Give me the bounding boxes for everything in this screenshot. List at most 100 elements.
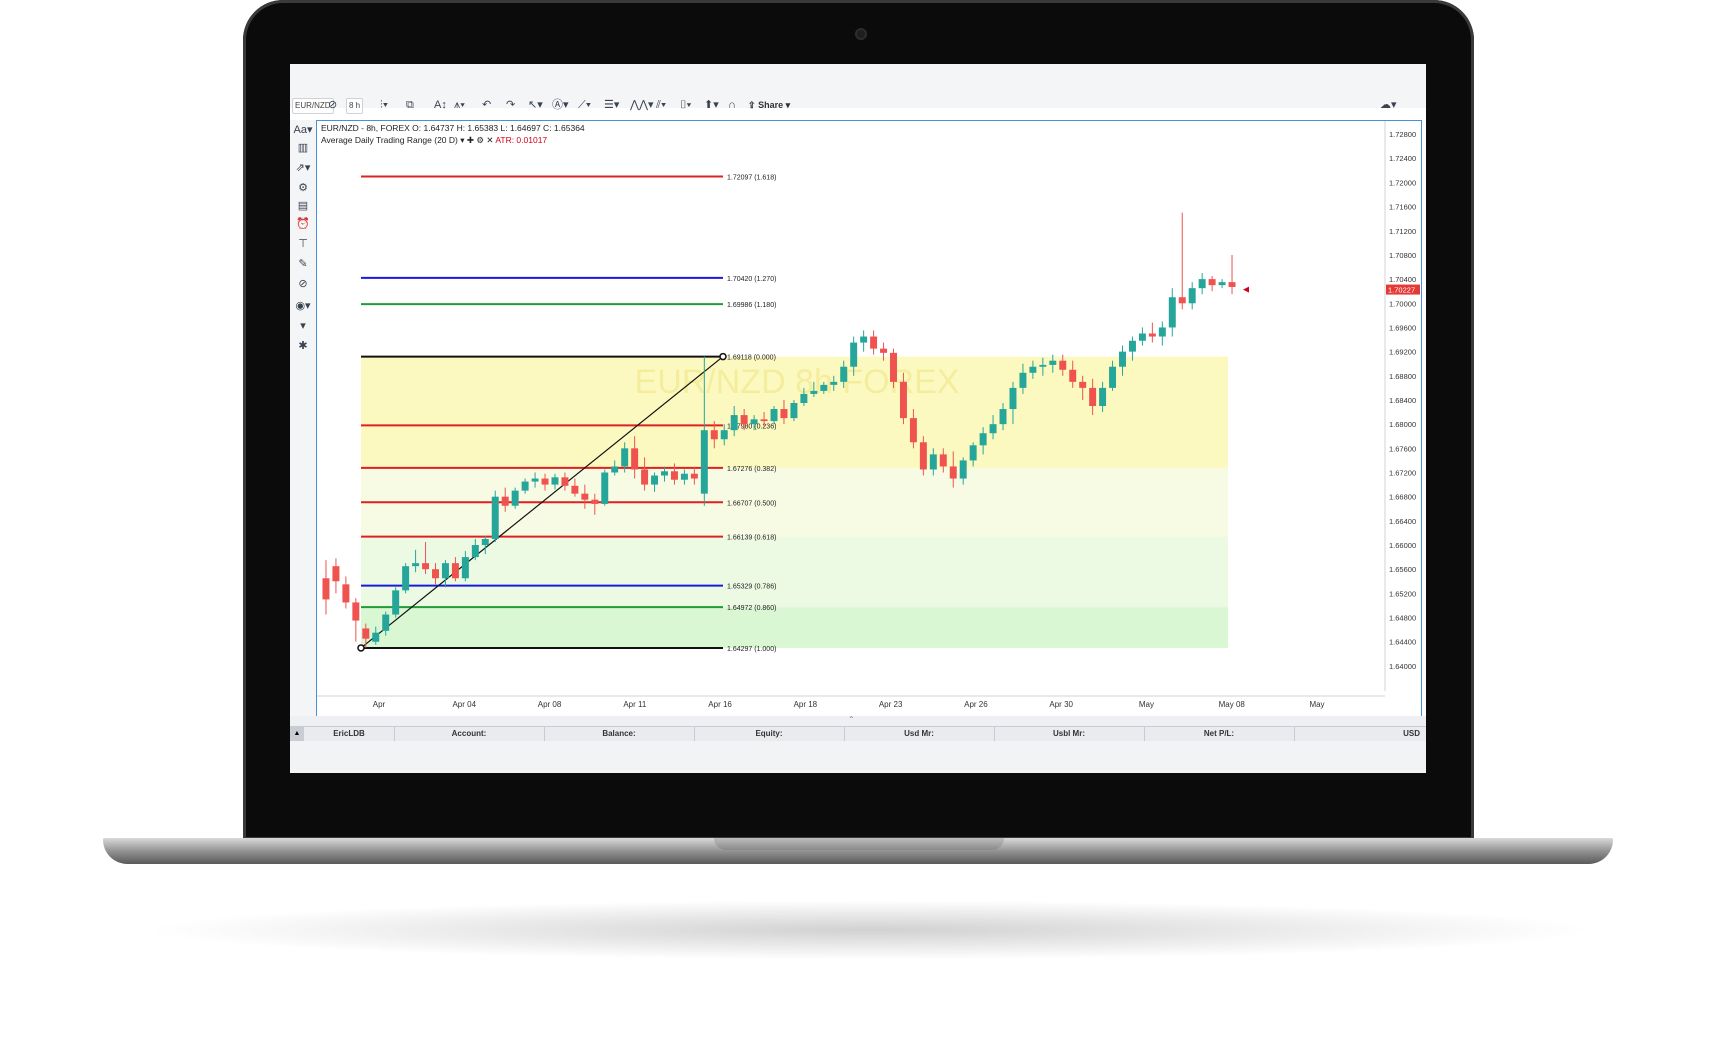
arrow-up-icon[interactable]: ⬆▾ bbox=[704, 98, 719, 112]
undo-icon[interactable]: ↶ bbox=[482, 98, 491, 112]
price-chart[interactable]: EUR/NZD 8h FOREX 1.72097 (1.618) 1.70420 (… bbox=[317, 121, 1421, 717]
balance-label: Balance: bbox=[544, 727, 695, 741]
cursor-icon[interactable]: ↖▾ bbox=[528, 98, 543, 112]
trash-icon[interactable]: ▾ bbox=[293, 318, 313, 334]
candle-body-33 bbox=[651, 475, 659, 485]
net-pl-label: Net P/L: bbox=[1144, 727, 1295, 741]
candle-body-85 bbox=[1168, 297, 1176, 328]
candle-body-48 bbox=[800, 393, 808, 403]
candle-body-21 bbox=[531, 478, 539, 482]
laptop-hinge-notch bbox=[714, 838, 1004, 850]
abc-annotation-icon[interactable]: Ⓐ▾ bbox=[552, 98, 569, 112]
price-tick-4: 1.71200 bbox=[1389, 227, 1416, 236]
eye-off-icon[interactable]: ⊘ bbox=[293, 276, 313, 292]
camera-icon[interactable]: ◉▾ bbox=[293, 298, 313, 314]
webcam-icon bbox=[855, 28, 867, 40]
usable-margin-label: Usbl Mr: bbox=[994, 727, 1145, 741]
fib-label-2: 1.69986 (1.180) bbox=[727, 302, 776, 309]
candle-body-17 bbox=[491, 496, 499, 539]
time-tick-2: Apr 08 bbox=[538, 700, 562, 709]
bug-icon[interactable]: ✱ bbox=[293, 338, 313, 354]
candle-body-62 bbox=[939, 454, 947, 467]
fibonacci-icon[interactable]: ⫽▾ bbox=[656, 98, 666, 112]
share-tool-icon[interactable]: ⇗▾ bbox=[293, 160, 313, 176]
candle-body-46 bbox=[780, 409, 788, 419]
horizontal-lines-icon[interactable]: ☰▾ bbox=[604, 98, 619, 112]
candle-body-71 bbox=[1029, 366, 1037, 373]
fib-label-5: 1.67276 (0.382) bbox=[727, 466, 776, 473]
candle-body-30 bbox=[621, 448, 629, 467]
candle-body-54 bbox=[860, 336, 868, 343]
compare-icon[interactable]: ⧉ bbox=[406, 98, 414, 112]
candle-body-90 bbox=[1218, 282, 1226, 286]
drawing-tools-rail: Aa▾ ▥ ⇗▾ ⚙ ▤ ⏰ ⊤ ✎ ⊘ ◉▾ ▾ ✱ bbox=[290, 120, 316, 720]
ruler-icon[interactable]: ⊤ bbox=[293, 236, 313, 252]
candle-body-38 bbox=[700, 430, 708, 494]
candle-body-91 bbox=[1228, 282, 1236, 287]
candle-body-78 bbox=[1099, 387, 1107, 407]
text-tool-icon[interactable]: Aa▾ bbox=[293, 122, 313, 138]
candle-body-42 bbox=[740, 415, 748, 425]
pencil-lock-icon[interactable]: ✎ bbox=[293, 256, 313, 272]
price-tick-21: 1.64400 bbox=[1389, 638, 1416, 647]
link-icon[interactable]: ⊘ bbox=[328, 98, 337, 112]
share-button[interactable]: ⇪ Share ▾ bbox=[748, 98, 790, 112]
candle-body-40 bbox=[720, 430, 728, 440]
candle-body-45 bbox=[770, 409, 778, 422]
note-icon[interactable]: ▤ bbox=[293, 198, 313, 214]
time-tick-4: Apr 16 bbox=[708, 700, 732, 709]
candle-body-32 bbox=[641, 469, 649, 485]
price-tick-8: 1.69600 bbox=[1389, 323, 1416, 332]
indicators-icon[interactable]: ⩚▾ bbox=[454, 98, 465, 112]
trendline-icon[interactable]: ⟋▾ bbox=[578, 98, 591, 112]
candle-body-18 bbox=[501, 496, 509, 506]
candle-body-60 bbox=[919, 442, 927, 470]
interval-select[interactable]: 8 h bbox=[346, 98, 364, 114]
indicator-controls-icon[interactable]: ▾ ✚ ⚙ ✕ bbox=[460, 135, 495, 145]
price-tick-11: 1.68400 bbox=[1389, 396, 1416, 405]
time-tick-9: May bbox=[1139, 700, 1154, 709]
candle-body-4 bbox=[362, 628, 370, 639]
time-tick-11: May bbox=[1309, 700, 1324, 709]
fib-label-9: 1.64972 (0.860) bbox=[727, 605, 776, 612]
candle-body-61 bbox=[929, 454, 937, 470]
redo-icon[interactable]: ↷ bbox=[506, 98, 515, 112]
current-price-label: 1.70227 bbox=[1388, 286, 1415, 295]
candle-body-52 bbox=[840, 366, 848, 382]
candle-body-9 bbox=[412, 563, 420, 567]
account-user[interactable]: EricLDB bbox=[304, 727, 395, 741]
price-tick-14: 1.67200 bbox=[1389, 469, 1416, 478]
text-size-icon[interactable]: A↕ bbox=[434, 98, 447, 112]
pattern-icon[interactable]: ⋀⋀▾ bbox=[630, 98, 654, 112]
candle-body-29 bbox=[611, 466, 619, 473]
candle-body-23 bbox=[551, 477, 559, 485]
candle-body-37 bbox=[690, 473, 698, 479]
candle-body-5 bbox=[372, 632, 380, 642]
candle-body-1 bbox=[332, 566, 340, 582]
account-label: Account: bbox=[394, 727, 545, 741]
used-margin-label: Usd Mr: bbox=[844, 727, 995, 741]
candle-body-12 bbox=[441, 563, 449, 579]
candle-body-86 bbox=[1178, 297, 1186, 304]
price-tick-3: 1.71600 bbox=[1389, 203, 1416, 212]
price-tick-5: 1.70800 bbox=[1389, 251, 1416, 260]
price-tick-10: 1.68800 bbox=[1389, 372, 1416, 381]
panel-resize-handle[interactable]: ⌃ bbox=[290, 715, 1426, 726]
candle-body-43 bbox=[750, 419, 758, 425]
chart-type-icon[interactable]: ⫶▾ bbox=[380, 98, 388, 112]
price-tick-2: 1.72000 bbox=[1389, 178, 1416, 187]
chart-header: EUR/NZD - 8h, FOREX O: 1.64737 H: 1.6538… bbox=[321, 123, 585, 133]
magnet-icon[interactable]: ∩ bbox=[728, 98, 736, 112]
alarm-clock-icon[interactable]: ⏰ bbox=[293, 216, 313, 232]
account-bar-toggle-icon[interactable]: ▲ bbox=[290, 727, 304, 741]
bar-chart-tool-icon[interactable]: ▥ bbox=[293, 140, 313, 156]
collapse-panel-icon[interactable]: ⌃ bbox=[848, 715, 855, 724]
candle-body-13 bbox=[451, 563, 459, 579]
candle-body-70 bbox=[1019, 372, 1027, 388]
settings-gear-icon[interactable]: ⚙ bbox=[293, 180, 313, 196]
fib-label-6: 1.66707 (0.500) bbox=[727, 500, 776, 507]
brackets-icon[interactable]: ⌷▾ bbox=[680, 98, 691, 112]
chart-area[interactable]: EUR/NZD 8h FOREX 1.72097 (1.618) 1.70420 (… bbox=[316, 120, 1422, 751]
cloud-icon[interactable]: ☁▾ bbox=[1380, 98, 1397, 112]
candle-body-19 bbox=[511, 490, 519, 506]
